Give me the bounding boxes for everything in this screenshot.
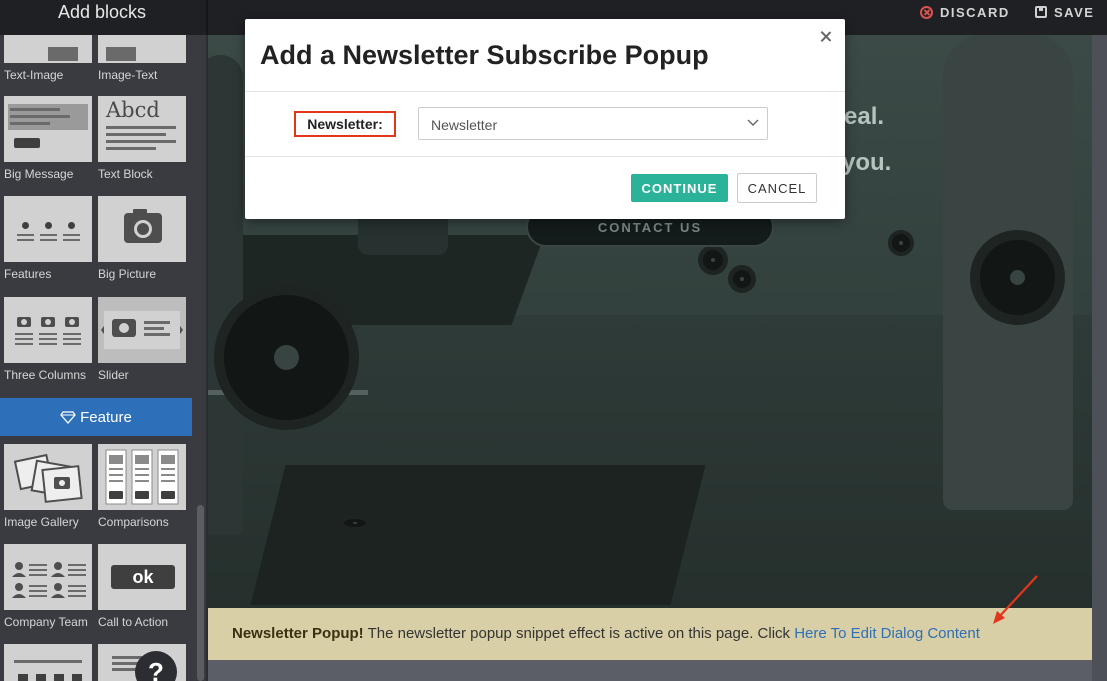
block-label: Call to Action [98,615,169,629]
divider [245,91,845,92]
newsletter-select[interactable]: Newsletter [418,107,768,140]
slider-thumbnail [98,297,186,363]
dialog-title: Add a Newsletter Subscribe Popup [260,40,709,70]
text-image-thumbnail [4,35,92,63]
call-to-action-thumbnail: ok [98,544,186,610]
divider [206,0,208,35]
canvas-scrollbar[interactable] [1092,35,1107,681]
block-company-team[interactable]: Company Team [4,544,92,629]
image-gallery-thumbnail [4,444,92,510]
block-three-columns[interactable]: Three Columns [4,297,92,382]
dumbbell-plate [970,230,1065,325]
block-label: Three Columns [4,368,87,382]
next-section [208,660,1092,681]
team-icon [12,562,86,598]
blocks-sidebar: Text-Image Image-Text Big Message Abcd T… [0,35,206,681]
block-label: Big Picture [98,267,157,281]
notice-title: Newsletter Popup! [232,625,364,642]
block-image-gallery[interactable]: Image Gallery [4,444,92,529]
gallery-icon [13,453,83,503]
cancel-button[interactable]: CANCEL [737,173,817,203]
block-label: Text-Image [4,68,64,82]
floppy-disk-icon [1035,6,1047,18]
block-features[interactable]: Features [4,196,92,281]
camera-icon [124,209,162,243]
block-label: Slider [98,368,129,382]
block-text-block[interactable]: Abcd Text Block [98,96,186,181]
block-label: Features [4,267,52,281]
call-to-action-glyph: ok [111,565,175,589]
weight-plate [728,265,756,293]
block-image-text[interactable]: Image-Text [98,35,186,82]
save-label: SAVE [1054,4,1095,20]
block-big-picture[interactable]: Big Picture [98,196,186,281]
weight-plate [698,245,728,275]
slider-icon [101,311,183,349]
block-call-to-action[interactable]: ok Call to Action [98,544,186,629]
weight-plate [888,230,914,256]
save-button[interactable]: SAVE [1035,4,1094,20]
hero-text-line-1: eal. [844,103,885,130]
newsletter-select-value: Newsletter [431,117,498,133]
block-comparisons[interactable]: Comparisons [98,444,186,529]
camera-icon [15,317,81,345]
category-feature[interactable]: Feature [0,398,192,436]
big-message-thumbnail [4,96,92,162]
three-columns-thumbnail [4,297,92,363]
block-label: Image-Text [98,68,158,82]
discard-label: DISCARD [940,4,1010,20]
discard-button[interactable]: DISCARD [920,4,1010,20]
discard-icon [920,5,933,19]
comparisons-thumbnail [98,444,186,510]
chevron-down-icon [747,119,759,126]
category-label: Feature [80,408,132,426]
newsletter-popup-notice: Newsletter Popup! The newsletter popup s… [208,608,1092,660]
block-big-message[interactable]: Big Message [4,96,92,181]
continue-button[interactable]: CONTINUE [631,174,728,202]
floor-mat [250,465,706,605]
block-thumbnail [4,644,92,681]
annotation-arrow-icon [993,575,1038,624]
block-text-image[interactable]: Text-Image [4,35,92,82]
block-label: Big Message [4,167,74,181]
newsletter-field-label: Newsletter: [294,111,396,137]
company-team-thumbnail [4,544,92,610]
diamond-icon [60,411,76,424]
weight-plate [340,515,370,531]
big-picture-thumbnail [98,196,186,262]
block-label: Text Block [98,167,153,181]
sidebar-title: Add blocks [57,2,147,22]
close-icon[interactable] [818,29,834,45]
block-slider[interactable]: Slider [98,297,186,382]
weight-plate [214,285,359,430]
athlete-silhouette [208,55,243,535]
newsletter-popup-dialog: Add a Newsletter Subscribe Popup Newslet… [245,19,845,219]
notice-text: The newsletter popup snippet effect is a… [363,625,795,642]
sidebar-scrollbar-thumb[interactable] [197,505,204,681]
image-text-thumbnail [98,35,186,63]
divider [245,156,845,157]
comparison-columns-icon [105,449,179,505]
block-more-1[interactable] [4,644,92,681]
block-label: Comparisons [98,515,169,529]
block-label: Company Team [4,615,88,629]
text-block-thumbnail: Abcd [98,96,186,162]
edit-dialog-link[interactable]: Here To Edit Dialog Content [794,625,980,642]
features-thumbnail [4,196,92,262]
hero-text-line-2: you. [842,149,892,176]
block-label: Image Gallery [4,515,79,529]
text-block-glyph: Abcd [106,98,160,122]
